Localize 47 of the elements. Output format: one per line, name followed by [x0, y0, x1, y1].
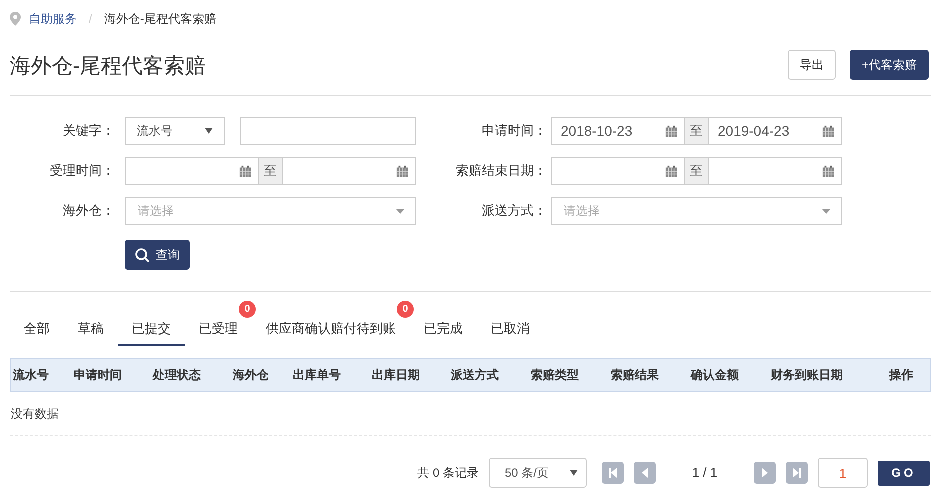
keyword-input[interactable]: [240, 117, 416, 145]
breadcrumb-current: 海外仓-尾程代客索赔: [104, 11, 216, 28]
page-size-select[interactable]: 50 条/页: [489, 458, 587, 488]
add-claim-button[interactable]: +代客索赔: [850, 50, 929, 80]
column-header: 申请时间: [73, 367, 123, 384]
dropdown-arrow-icon: [396, 208, 405, 214]
count-badge: 0: [397, 301, 414, 318]
filter-label: 海外仓：: [62, 202, 115, 220]
filter-label: 受理时间：: [49, 162, 115, 180]
filter-label: 关键字：: [62, 122, 115, 140]
filter-label: 派送方式：: [481, 202, 547, 220]
search-icon: [135, 248, 150, 262]
breadcrumb-link[interactable]: 自助服务: [29, 10, 77, 28]
keyword-type-select[interactable]: 流水号: [125, 117, 225, 145]
column-header: 海外仓: [232, 367, 270, 384]
column-header: 操作: [888, 367, 914, 384]
filter-label: 索赔结束日期：: [455, 162, 547, 180]
column-header: 确认金额: [690, 367, 740, 384]
skip-end-icon: [790, 466, 804, 480]
column-header: 财务到账日期: [770, 367, 844, 384]
export-button[interactable]: 导出: [788, 50, 836, 80]
go-button[interactable]: GO: [878, 460, 930, 486]
page-info: 1 / 1: [691, 464, 719, 482]
page-number-input[interactable]: 1: [818, 458, 868, 488]
breadcrumb-separator: /: [89, 11, 92, 28]
page-title: 海外仓-尾程代客索赔: [10, 54, 206, 80]
status-tab[interactable]: 已取消: [477, 314, 544, 346]
column-header: 索赔类型: [530, 367, 580, 384]
search-button[interactable]: 查询: [125, 240, 190, 270]
column-header: 索赔结果: [610, 367, 660, 384]
empty-message: 没有数据: [10, 406, 59, 422]
column-header: 处理状态: [152, 367, 202, 384]
dropdown-arrow-icon: [205, 128, 213, 134]
dropdown-arrow-icon: [822, 208, 831, 214]
column-header: 流水号: [12, 367, 50, 384]
location-pin-icon: [10, 12, 21, 26]
status-tab[interactable]: 已提交: [118, 314, 185, 346]
filter-label: 申请时间：: [481, 122, 547, 140]
skip-start-icon: [606, 466, 620, 480]
column-header: 派送方式: [450, 367, 500, 384]
column-header: 出库日期: [371, 367, 421, 384]
status-tab[interactable]: 草稿: [64, 314, 118, 346]
dropdown-arrow-icon: [570, 470, 578, 476]
column-header: 出库单号: [292, 367, 342, 384]
record-count: 共 0 条记录: [418, 465, 479, 482]
count-badge: 0: [239, 301, 256, 318]
status-tab[interactable]: 全部: [10, 314, 64, 346]
